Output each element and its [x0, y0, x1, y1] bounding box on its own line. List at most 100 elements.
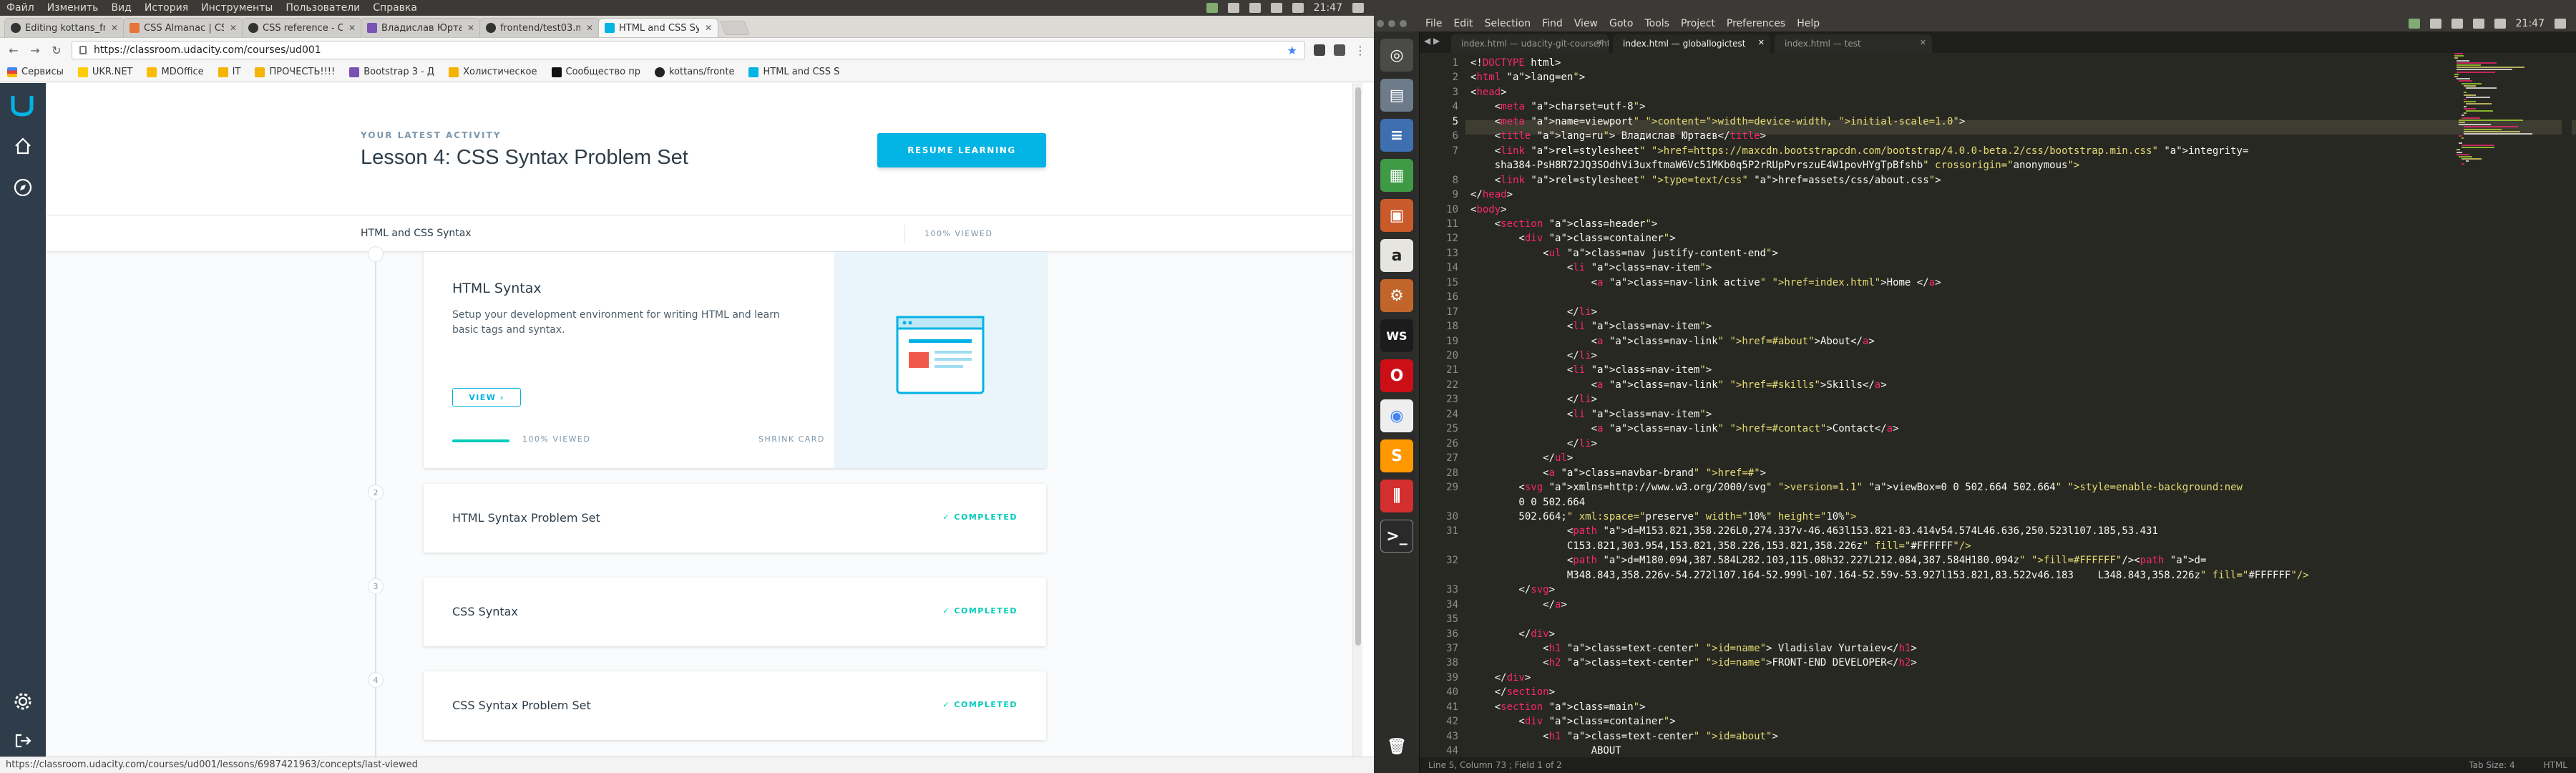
- address-bar[interactable]: https://classroom.udacity.com/courses/ud…: [72, 41, 1305, 59]
- menu-item[interactable]: Goto: [1604, 18, 1639, 29]
- bookmark-item[interactable]: Холистическое: [449, 67, 537, 77]
- close-icon[interactable]: ✕: [1596, 38, 1603, 47]
- menu-item[interactable]: View: [1568, 18, 1604, 29]
- volume-icon[interactable]: [2494, 19, 2506, 29]
- browser-tab[interactable]: CSS Almanac | CSS- ✕: [123, 18, 243, 37]
- menu-item[interactable]: Edit: [1448, 18, 1478, 29]
- resume-learning-button[interactable]: RESUME LEARNING: [877, 133, 1046, 167]
- bookmark-item[interactable]: MDOffice: [147, 67, 204, 77]
- dash-icon[interactable]: ◎: [1380, 39, 1413, 72]
- new-tab-button[interactable]: [720, 21, 750, 35]
- forward-icon[interactable]: →: [29, 44, 42, 57]
- bookmark-item[interactable]: kottans/fronte: [654, 67, 734, 77]
- bookmark-item[interactable]: HTML and CSS S: [748, 67, 839, 77]
- amazon-icon[interactable]: a: [1380, 239, 1413, 272]
- power-icon[interactable]: [2555, 19, 2566, 29]
- dropbox-icon[interactable]: [2408, 19, 2420, 29]
- close-icon[interactable]: ✕: [1758, 38, 1765, 47]
- tab-arrows-icon[interactable]: ◀ ▶: [1424, 36, 1440, 46]
- menu-item[interactable]: Файл: [0, 2, 41, 14]
- chrome-icon[interactable]: ◉: [1380, 399, 1413, 432]
- bookmark-item[interactable]: Сообщество пр: [551, 67, 640, 77]
- clock[interactable]: 21:47: [2516, 18, 2545, 29]
- menu-item[interactable]: История: [138, 2, 195, 14]
- maximize-window-icon[interactable]: [1400, 20, 1407, 27]
- menu-item[interactable]: Selection: [1479, 18, 1537, 29]
- close-icon[interactable]: ✕: [1920, 38, 1926, 47]
- files-icon[interactable]: ▤: [1380, 79, 1413, 112]
- back-icon[interactable]: ←: [7, 44, 20, 57]
- network-icon[interactable]: [2451, 19, 2463, 29]
- opera-icon[interactable]: O: [1380, 359, 1413, 392]
- trash-icon[interactable]: 🗑: [1380, 730, 1413, 763]
- close-icon[interactable]: ✕: [586, 23, 593, 33]
- browser-tab[interactable]: CSS reference - CSS ✕: [242, 18, 362, 37]
- lock-icon[interactable]: [79, 46, 87, 54]
- extension-icon[interactable]: [1334, 44, 1345, 56]
- power-icon[interactable]: [1352, 3, 1364, 13]
- browser-tab[interactable]: frontend/test03.m ✕: [479, 18, 600, 37]
- page-scrollbar[interactable]: [1352, 83, 1362, 757]
- reload-icon[interactable]: ↻: [50, 44, 63, 57]
- tab-size[interactable]: Tab Size: 4: [2469, 760, 2514, 770]
- menu-item[interactable]: Find: [1536, 18, 1568, 29]
- bookmark-item[interactable]: IT: [218, 67, 240, 77]
- impress-icon[interactable]: ▣: [1380, 199, 1413, 232]
- star-icon[interactable]: ★: [1287, 44, 1297, 57]
- view-button[interactable]: VIEW ›: [452, 388, 521, 407]
- menu-icon[interactable]: ⋮: [1354, 44, 1367, 57]
- concept-card[interactable]: CSS Syntax ✓ COMPLETED: [424, 578, 1046, 646]
- battery-icon[interactable]: [1270, 3, 1282, 13]
- bookmark-item[interactable]: ПРОЧЕСТЬ!!!!: [255, 67, 335, 77]
- concept-card[interactable]: CSS Syntax Problem Set ✓ COMPLETED: [424, 671, 1046, 740]
- editor-scrollbar[interactable]: [2562, 53, 2572, 757]
- bookmark-item[interactable]: UKR.NET: [77, 67, 132, 77]
- menu-item[interactable]: Изменить: [41, 2, 105, 14]
- menu-item[interactable]: Project: [1675, 18, 1721, 29]
- editor-tab[interactable]: index.html — test ✕: [1775, 34, 1932, 53]
- dropbox-icon[interactable]: [1206, 3, 1218, 13]
- bookmark-item[interactable]: Сервисы: [7, 67, 64, 77]
- menu-item[interactable]: Инструменты: [195, 2, 279, 14]
- menu-item[interactable]: Help: [1791, 18, 1825, 29]
- close-window-icon[interactable]: [1377, 20, 1384, 27]
- code-area[interactable]: <!DOCTYPE html> <html "a">lang=en"> <head>…: [1470, 53, 2529, 772]
- terminal-icon[interactable]: >_: [1380, 520, 1413, 553]
- concept-card[interactable]: HTML Syntax Problem Set ✓ COMPLETED: [424, 484, 1046, 553]
- editor-tab[interactable]: index.html — globallogictest ✕: [1613, 34, 1770, 53]
- network-icon[interactable]: [1249, 3, 1261, 13]
- logout-icon[interactable]: [13, 731, 33, 751]
- calc-icon[interactable]: ▦: [1380, 159, 1413, 192]
- close-icon[interactable]: ✕: [348, 23, 356, 33]
- keyboard-icon[interactable]: [2429, 19, 2441, 29]
- menu-item[interactable]: Справка: [366, 2, 424, 14]
- bookmark-item[interactable]: Bootstrap 3 - Д: [349, 67, 434, 77]
- close-icon[interactable]: ✕: [111, 23, 118, 33]
- software-center-icon[interactable]: ⚙: [1380, 279, 1413, 312]
- settings-gear-icon[interactable]: [13, 691, 33, 711]
- compass-icon[interactable]: [13, 178, 33, 198]
- close-icon[interactable]: ✕: [467, 23, 474, 33]
- browser-tab[interactable]: Editing kottans_fr... ✕: [4, 18, 125, 37]
- extension-icon[interactable]: [1314, 44, 1325, 56]
- close-icon[interactable]: ✕: [230, 23, 237, 33]
- minimap[interactable]: [2454, 53, 2559, 382]
- close-icon[interactable]: ✕: [705, 23, 712, 33]
- clock[interactable]: 21:47: [1314, 2, 1342, 14]
- concept-card-expanded[interactable]: HTML Syntax Setup your development envir…: [424, 252, 1046, 468]
- editor-tab[interactable]: index.html — udacity-git-course/html ✕: [1451, 34, 1609, 53]
- keyboard-icon[interactable]: [1227, 3, 1239, 13]
- volume-icon[interactable]: [1292, 3, 1304, 13]
- battery-icon[interactable]: [2472, 19, 2484, 29]
- menu-item[interactable]: File: [1420, 18, 1448, 29]
- menu-item[interactable]: Preferences: [1721, 18, 1791, 29]
- browser-tab[interactable]: Владислав Юртае ✕: [361, 18, 481, 37]
- app-icon[interactable]: ⫼: [1380, 480, 1413, 512]
- shrink-card-link[interactable]: SHRINK CARD: [758, 434, 825, 444]
- syntax-mode[interactable]: HTML: [2544, 760, 2567, 770]
- webstorm-icon[interactable]: WS: [1380, 319, 1413, 352]
- menu-item[interactable]: Tools: [1639, 18, 1675, 29]
- minimize-window-icon[interactable]: [1388, 20, 1395, 27]
- writer-icon[interactable]: ≡: [1380, 119, 1413, 152]
- browser-tab[interactable]: HTML and CSS Syn ✕: [598, 18, 718, 37]
